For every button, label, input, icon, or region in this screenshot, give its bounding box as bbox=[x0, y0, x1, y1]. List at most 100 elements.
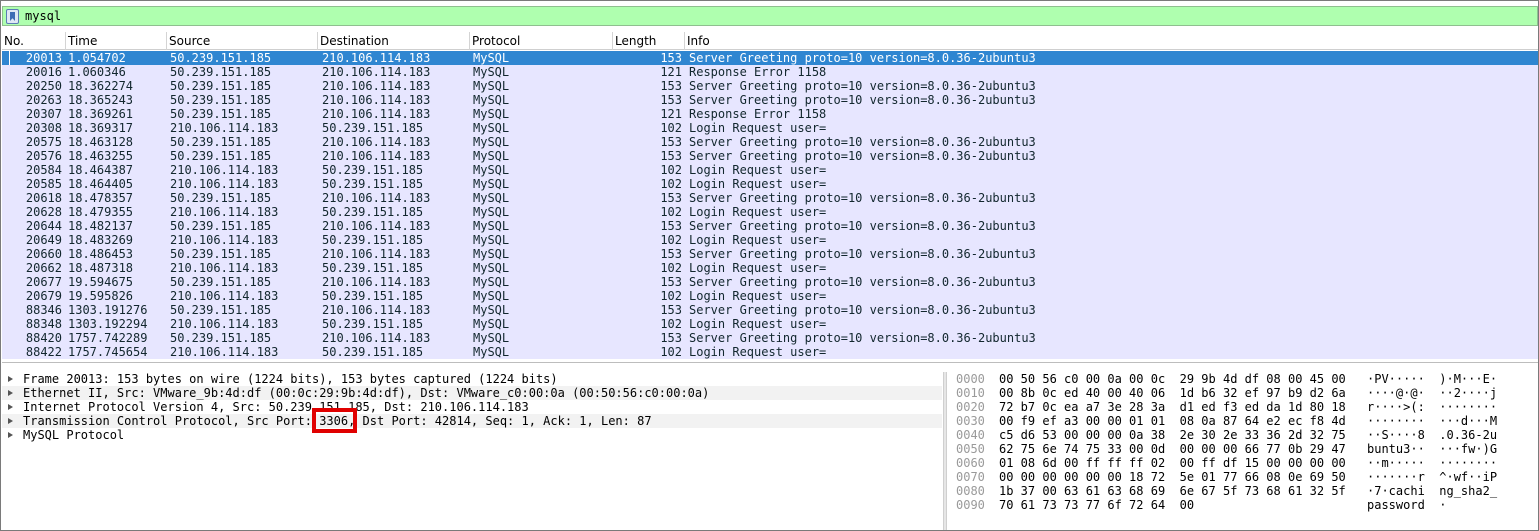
packet-row[interactable]: 88422 1757.745654 210.106.114.183 50.239.15… bbox=[2, 345, 1538, 359]
detail-row-mysql[interactable]: MySQL Protocol bbox=[2, 428, 942, 442]
packet-protocol: MySQL bbox=[473, 51, 510, 65]
packet-row[interactable]: 20263 18.365243 50.239.151.185 210.106.114.… bbox=[2, 93, 1538, 107]
expand-arrow-icon[interactable] bbox=[8, 418, 13, 424]
packet-source: 210.106.114.183 bbox=[170, 317, 279, 331]
packet-row[interactable]: 20660 18.486453 50.239.151.185 210.106.114.… bbox=[2, 247, 1538, 261]
detail-text: Internet Protocol Version 4, Src: 50.239… bbox=[23, 400, 529, 414]
packet-length: 121 bbox=[660, 107, 682, 121]
packet-row[interactable]: 20584 18.464387 210.106.114.183 50.239.151.… bbox=[2, 163, 1538, 177]
packet-row[interactable]: 20649 18.483269 210.106.114.183 50.239.151.… bbox=[2, 233, 1538, 247]
packet-source: 210.106.114.183 bbox=[170, 205, 279, 219]
packet-row[interactable]: 20576 18.463255 50.239.151.185 210.106.114.… bbox=[2, 149, 1538, 163]
packet-source: 50.239.151.185 bbox=[170, 219, 272, 233]
packet-row[interactable]: 20628 18.479355 210.106.114.183 50.239.151.… bbox=[2, 205, 1538, 219]
packet-source: 210.106.114.183 bbox=[170, 233, 279, 247]
packet-source: 210.106.114.183 bbox=[170, 177, 279, 191]
packet-time: 18.464387 bbox=[68, 163, 134, 177]
detail-row-tcp[interactable]: Transmission Control Protocol, Src Port:… bbox=[2, 414, 942, 428]
packet-time: 18.487318 bbox=[68, 261, 134, 275]
packet-row[interactable]: 20679 19.595826 210.106.114.183 50.239.151.… bbox=[2, 289, 1538, 303]
column-header-source[interactable]: Source bbox=[167, 32, 318, 50]
expand-arrow-icon[interactable] bbox=[8, 432, 13, 438]
packet-length: 102 bbox=[660, 261, 682, 275]
packet-row[interactable]: 20250 18.362274 50.239.151.185 210.106.114.… bbox=[2, 79, 1538, 93]
column-header-no[interactable]: No. bbox=[2, 32, 66, 50]
packet-list[interactable]: No. Time Source Destination Protocol Len… bbox=[2, 32, 1538, 363]
byte-row[interactable]: 0030 00 f9 ef a3 00 00 01 01 08 0a 87 64 … bbox=[948, 414, 1538, 428]
byte-row[interactable]: 0070 00 00 00 00 00 00 18 72 5e 01 77 66 … bbox=[948, 470, 1538, 484]
packet-row[interactable]: 20575 18.463128 50.239.151.185 210.106.114.… bbox=[2, 135, 1538, 149]
packet-info: Server Greeting proto=10 version=8.0.36-… bbox=[689, 93, 1036, 107]
packet-destination: 210.106.114.183 bbox=[322, 149, 431, 163]
packet-row[interactable]: 20618 18.478357 50.239.151.185 210.106.114.… bbox=[2, 191, 1538, 205]
packet-protocol: MySQL bbox=[473, 247, 510, 261]
byte-row[interactable]: 0050 62 75 6e 74 75 33 00 0d 00 00 00 66 … bbox=[948, 442, 1538, 456]
packet-info: Server Greeting proto=10 version=8.0.36-… bbox=[689, 219, 1036, 233]
column-header-protocol[interactable]: Protocol bbox=[470, 32, 613, 50]
packet-number: 20250 bbox=[25, 79, 62, 93]
packet-time: 18.483269 bbox=[68, 233, 134, 247]
packet-info: Login Request user= bbox=[689, 163, 827, 177]
packet-row[interactable]: 20662 18.487318 210.106.114.183 50.239.151.… bbox=[2, 261, 1538, 275]
bookmark-icon[interactable] bbox=[6, 9, 19, 24]
packet-row[interactable]: 20677 19.594675 50.239.151.185 210.106.114.… bbox=[2, 275, 1538, 289]
byte-row[interactable]: 0010 00 8b 0c ed 40 00 40 06 1d b6 32 ef … bbox=[948, 386, 1538, 400]
detail-row-ethernet[interactable]: Ethernet II, Src: VMware_9b:4d:df (00:0c… bbox=[2, 386, 942, 400]
byte-offset: 0090 bbox=[956, 498, 985, 512]
packet-row[interactable]: 88346 1303.191276 50.239.151.185 210.106.11… bbox=[2, 303, 1538, 317]
packet-length: 102 bbox=[660, 289, 682, 303]
column-header-destination[interactable]: Destination bbox=[318, 32, 470, 50]
packet-row[interactable]: 20307 18.369261 50.239.151.185 210.106.114.… bbox=[2, 107, 1538, 121]
detail-row-ipv4[interactable]: Internet Protocol Version 4, Src: 50.239… bbox=[2, 400, 942, 414]
display-filter-bar[interactable]: mysql bbox=[2, 6, 1538, 26]
byte-hex: 00 50 56 c0 00 0a 00 0c 29 9b 4d df 08 0… bbox=[999, 372, 1346, 386]
packet-info: Server Greeting proto=10 version=8.0.36-… bbox=[689, 135, 1036, 149]
display-filter-input[interactable]: mysql bbox=[25, 8, 61, 24]
packet-info: Server Greeting proto=10 version=8.0.36-… bbox=[689, 79, 1036, 93]
expand-arrow-icon[interactable] bbox=[8, 404, 13, 410]
packet-destination: 210.106.114.183 bbox=[322, 331, 431, 345]
packet-row[interactable]: 20013 1.054702 50.239.151.185 210.106.114.1… bbox=[2, 51, 1538, 65]
packet-destination: 210.106.114.183 bbox=[322, 303, 431, 317]
byte-ascii: ··S····8 .0.36-2u bbox=[1367, 428, 1498, 442]
packet-row[interactable]: 20016 1.060346 50.239.151.185 210.106.114.1… bbox=[2, 65, 1538, 79]
expand-arrow-icon[interactable] bbox=[8, 376, 13, 382]
pane-splitter[interactable] bbox=[943, 372, 947, 530]
packet-row[interactable]: 20644 18.482137 50.239.151.185 210.106.114.… bbox=[2, 219, 1538, 233]
packet-row[interactable]: 20308 18.369317 210.106.114.183 50.239.151.… bbox=[2, 121, 1538, 135]
expand-arrow-icon[interactable] bbox=[8, 390, 13, 396]
packet-number: 20575 bbox=[25, 135, 62, 149]
byte-row[interactable]: 0060 01 08 6d 00 ff ff ff 02 00 ff df 15 … bbox=[948, 456, 1538, 470]
packet-row[interactable]: 20585 18.464405 210.106.114.183 50.239.151.… bbox=[2, 177, 1538, 191]
detail-row-frame[interactable]: Frame 20013: 153 bytes on wire (1224 bit… bbox=[2, 372, 942, 386]
column-header-length[interactable]: Length bbox=[613, 32, 685, 50]
packet-protocol: MySQL bbox=[473, 345, 510, 359]
packet-destination: 50.239.151.185 bbox=[322, 261, 424, 275]
byte-row[interactable]: 0080 1b 37 00 63 61 63 68 69 6e 67 5f 73 … bbox=[948, 484, 1538, 498]
packet-row[interactable]: 88348 1303.192294 210.106.114.183 50.239.15… bbox=[2, 317, 1538, 331]
byte-offset: 0010 bbox=[956, 386, 985, 400]
byte-row[interactable]: 0090 70 61 73 73 77 6f 72 64 00 password · bbox=[948, 498, 1538, 512]
packet-destination: 210.106.114.183 bbox=[322, 51, 431, 65]
packet-destination: 50.239.151.185 bbox=[322, 345, 424, 359]
column-header-time[interactable]: Time bbox=[66, 32, 167, 50]
packet-details-pane: Frame 20013: 153 bytes on wire (1224 bit… bbox=[2, 372, 942, 530]
packet-row[interactable]: 88420 1757.742289 50.239.151.185 210.106.11… bbox=[2, 331, 1538, 345]
byte-ascii: ·7·cachi ng_sha2_ bbox=[1367, 484, 1498, 498]
byte-row[interactable]: 0000 00 50 56 c0 00 0a 00 0c 29 9b 4d df … bbox=[948, 372, 1538, 386]
packet-destination: 210.106.114.183 bbox=[322, 93, 431, 107]
packet-destination: 210.106.114.183 bbox=[322, 107, 431, 121]
packet-protocol: MySQL bbox=[473, 191, 510, 205]
byte-row[interactable]: 0040 c5 d6 53 00 00 00 0a 38 2e 30 2e 33 … bbox=[948, 428, 1538, 442]
packet-number: 88348 bbox=[25, 317, 62, 331]
packet-number: 20649 bbox=[25, 233, 62, 247]
byte-ascii: password · bbox=[1367, 498, 1447, 512]
packet-info: Login Request user= bbox=[689, 261, 827, 275]
packet-time: 1.060346 bbox=[68, 65, 126, 79]
packet-number: 20677 bbox=[25, 275, 62, 289]
byte-row[interactable]: 0020 72 b7 0c ea a7 3e 28 3a d1 ed f3 ed … bbox=[948, 400, 1538, 414]
packet-number: 20679 bbox=[25, 289, 62, 303]
column-header-info[interactable]: Info bbox=[685, 32, 1538, 50]
packet-destination: 210.106.114.183 bbox=[322, 219, 431, 233]
wireshark-window: mysql No. Time Source Destination Protoc… bbox=[0, 0, 1539, 531]
